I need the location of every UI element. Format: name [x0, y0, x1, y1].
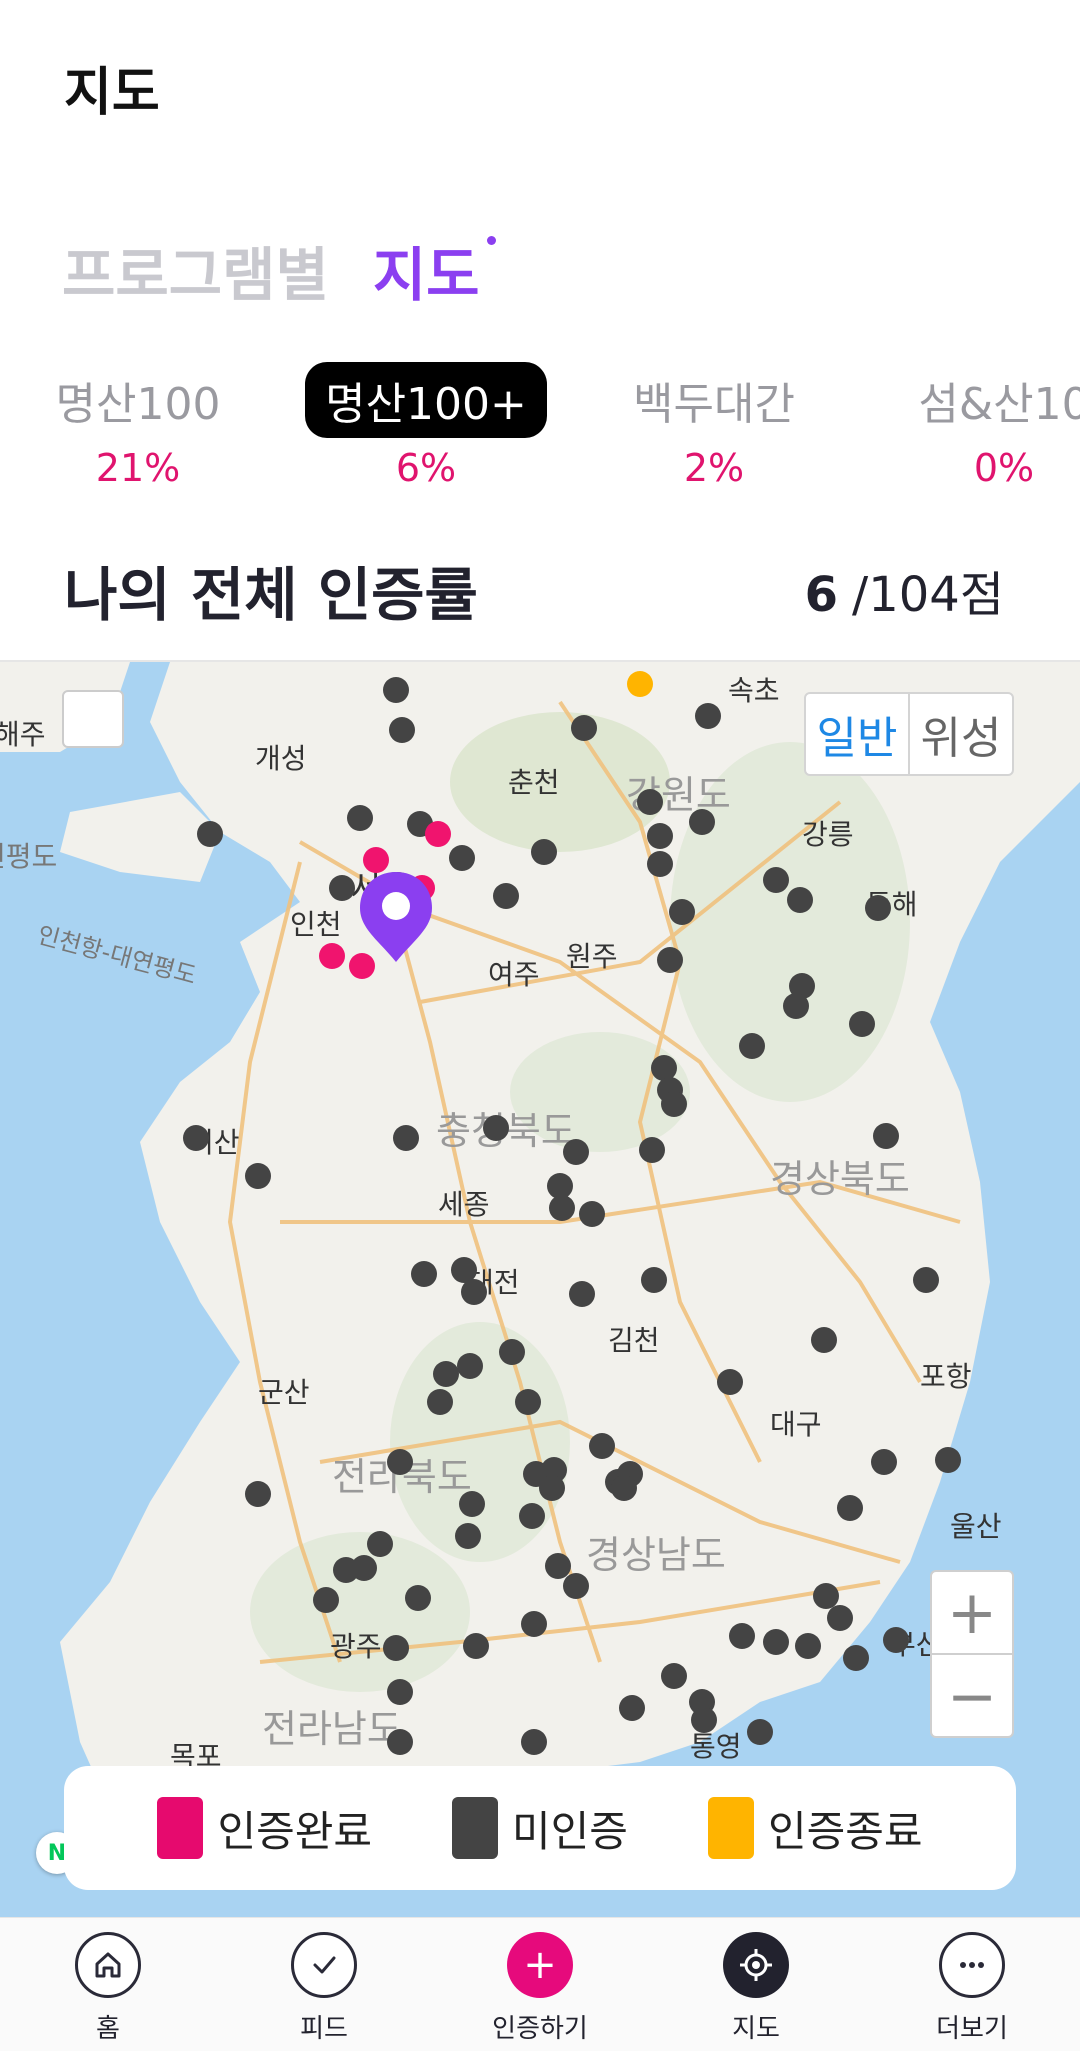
place-label: 경상남도: [586, 1533, 726, 1577]
category-mountain100-plus[interactable]: 명산100+ 6%: [296, 362, 556, 490]
zoom-in-button[interactable]: +: [932, 1572, 1012, 1655]
plus-icon: +: [507, 1932, 573, 1998]
legend-label: 인증종료: [767, 1806, 923, 1856]
bottom-nav: 홈 피드 + 인증하기 지도 더보기: [0, 1917, 1080, 2051]
map-view[interactable]: 속초 해주 개성 춘천 강원도 강릉 연평도 서울 인천 동해 인천항-대연평도…: [0, 660, 1080, 1917]
view-tabs: 프로그램별 지도: [62, 228, 496, 312]
category-row: 명산100 21% 명산100+ 6% 백두대간 2% 섬&산10 0%: [0, 362, 1080, 502]
check-icon: [66, 1770, 754, 1859]
zoom-out-button[interactable]: −: [932, 1655, 1012, 1738]
category-label: 섬&산10: [918, 379, 1080, 430]
category-percent: 21%: [95, 446, 181, 490]
place-label: 경상북도: [770, 1157, 910, 1201]
category-percent: 6%: [395, 446, 457, 490]
category-mountain100[interactable]: 명산100 21%: [8, 362, 268, 490]
category-island-mountain10[interactable]: 섬&산10 0%: [874, 362, 1080, 490]
place-label: 포항: [920, 1360, 972, 1393]
nav-label: 지도: [732, 2014, 780, 2044]
certified-count: 6: [804, 567, 839, 623]
ganghwa-island: [60, 792, 220, 882]
nav-label: 홈: [96, 2014, 120, 2044]
nav-home[interactable]: 홈: [0, 1918, 216, 2051]
map-type-normal-button[interactable]: 일반: [806, 694, 910, 774]
place-label: 인천항-대연평도: [34, 921, 199, 990]
page-title: 지도: [64, 63, 160, 123]
place-label: 속초: [728, 674, 780, 707]
place-label: 전라남도: [262, 1707, 402, 1751]
tab-by-program[interactable]: 프로그램별: [62, 228, 329, 312]
ended-marker: [627, 671, 653, 697]
tab-map-label: 지도: [372, 241, 480, 309]
summary-title: 나의 전체 인증률: [64, 561, 478, 629]
total-count: /104점: [852, 567, 1004, 623]
category-label: 백두대간: [633, 379, 795, 430]
check-icon: [66, 1770, 204, 1859]
place-label: 군산: [258, 1376, 310, 1409]
place-label: 연평도: [0, 840, 57, 873]
category-label: 명산100: [55, 379, 221, 430]
map-overlay-toggle[interactable]: [62, 690, 124, 748]
active-dot: [486, 236, 496, 245]
place-label: 광주: [330, 1630, 382, 1663]
category-label: 명산100+: [305, 362, 547, 438]
summary-count: 6/104점: [805, 555, 1004, 625]
nav-label: 인증하기: [492, 2014, 588, 2044]
category-percent: 2%: [683, 446, 745, 490]
map-canvas: 속초 해주 개성 춘천 강원도 강릉 연평도 서울 인천 동해 인천항-대연평도…: [0, 662, 1080, 1832]
legend-certified[interactable]: 인증완료: [66, 1770, 373, 1859]
nav-feed[interactable]: 피드: [216, 1918, 432, 2051]
nav-more[interactable]: 더보기: [864, 1918, 1080, 2051]
place-label: 여주: [488, 958, 540, 991]
nav-certify[interactable]: + 인증하기: [432, 1918, 648, 2051]
nav-label: 피드: [300, 2014, 348, 2044]
check-icon: [66, 1770, 499, 1859]
map-legend: 인증완료 미인증 인증종료: [64, 1766, 1016, 1890]
map-type-satellite-button[interactable]: 위성: [910, 694, 1012, 774]
check-icon: [291, 1932, 357, 1998]
legend-label: 미인증: [512, 1806, 628, 1856]
category-baekdudaegan[interactable]: 백두대간 2%: [584, 362, 844, 490]
place-label: 개성: [255, 742, 307, 775]
nav-map[interactable]: 지도: [648, 1918, 864, 2051]
zoom-control: + −: [930, 1570, 1014, 1738]
legend-ended[interactable]: 인증종료: [66, 1770, 923, 1859]
place-label: 대구: [770, 1408, 822, 1441]
place-label: 통영: [690, 1730, 742, 1763]
legend-label: 인증완료: [217, 1806, 373, 1856]
more-icon: [939, 1932, 1005, 1998]
place-label: 인천: [290, 908, 342, 941]
place-label: 김천: [608, 1324, 660, 1357]
place-label: 원주: [566, 940, 618, 973]
place-label: 강릉: [802, 818, 854, 851]
place-label: 세종: [438, 1188, 490, 1221]
certification-summary: 나의 전체 인증률 6/104점: [64, 548, 1004, 632]
place-label: 울산: [950, 1510, 1002, 1543]
tab-map[interactable]: 지도: [372, 228, 496, 312]
place-label: 춘천: [508, 766, 560, 799]
place-label: 해주: [0, 718, 46, 751]
legend-uncertified[interactable]: 미인증: [66, 1770, 628, 1859]
target-icon: [723, 1932, 789, 1998]
home-icon: [75, 1932, 141, 1998]
map-type-switch: 일반 위성: [804, 692, 1014, 776]
category-percent: 0%: [973, 446, 1035, 490]
nav-label: 더보기: [936, 2014, 1008, 2044]
